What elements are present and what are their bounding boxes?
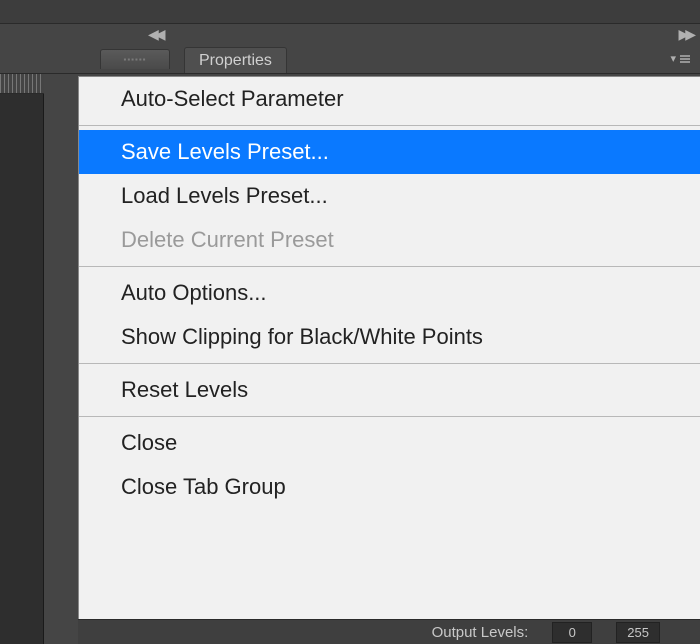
menu-delete-current-preset: Delete Current Preset bbox=[79, 218, 700, 262]
timeline-ruler bbox=[0, 74, 44, 94]
tab-label: Properties bbox=[199, 52, 272, 69]
output-level-black[interactable]: 0 bbox=[552, 622, 592, 643]
menu-separator bbox=[79, 363, 700, 364]
menu-show-clipping[interactable]: Show Clipping for Black/White Points bbox=[79, 315, 700, 359]
menu-close[interactable]: Close bbox=[79, 421, 700, 465]
top-toolbar-area bbox=[0, 0, 700, 24]
dropdown-triangle-icon: ▾ bbox=[670, 52, 676, 65]
output-levels-bar: Output Levels: 0 255 bbox=[78, 619, 700, 644]
panel-collapse-bar: ◀◀ ▶▶ bbox=[0, 24, 700, 46]
menu-auto-select-parameter[interactable]: Auto-Select Parameter bbox=[79, 77, 700, 121]
hamburger-icon bbox=[678, 54, 692, 64]
menu-separator bbox=[79, 125, 700, 126]
left-dock-area bbox=[0, 94, 44, 644]
panel-context-menu: Auto-Select Parameter Save Levels Preset… bbox=[78, 76, 700, 619]
grip-icon: ▪▪▪▪▪▪ bbox=[123, 55, 146, 64]
tab-properties[interactable]: Properties bbox=[184, 47, 287, 73]
output-level-white[interactable]: 255 bbox=[616, 622, 660, 643]
menu-separator bbox=[79, 266, 700, 267]
collapse-left-icon[interactable]: ◀◀ bbox=[148, 26, 162, 43]
menu-auto-options[interactable]: Auto Options... bbox=[79, 271, 700, 315]
menu-close-tab-group[interactable]: Close Tab Group bbox=[79, 465, 700, 509]
minimized-tab[interactable]: ▪▪▪▪▪▪ bbox=[100, 49, 170, 69]
output-levels-label: Output Levels: bbox=[432, 624, 529, 641]
menu-reset-levels[interactable]: Reset Levels bbox=[79, 368, 700, 412]
menu-separator bbox=[79, 416, 700, 417]
collapse-right-icon[interactable]: ▶▶ bbox=[678, 26, 692, 43]
tabs-row: ▪▪▪▪▪▪ Properties ▾ bbox=[0, 46, 700, 74]
menu-save-levels-preset[interactable]: Save Levels Preset... bbox=[79, 130, 700, 174]
menu-load-levels-preset[interactable]: Load Levels Preset... bbox=[79, 174, 700, 218]
panel-menu-button[interactable]: ▾ bbox=[670, 52, 692, 65]
